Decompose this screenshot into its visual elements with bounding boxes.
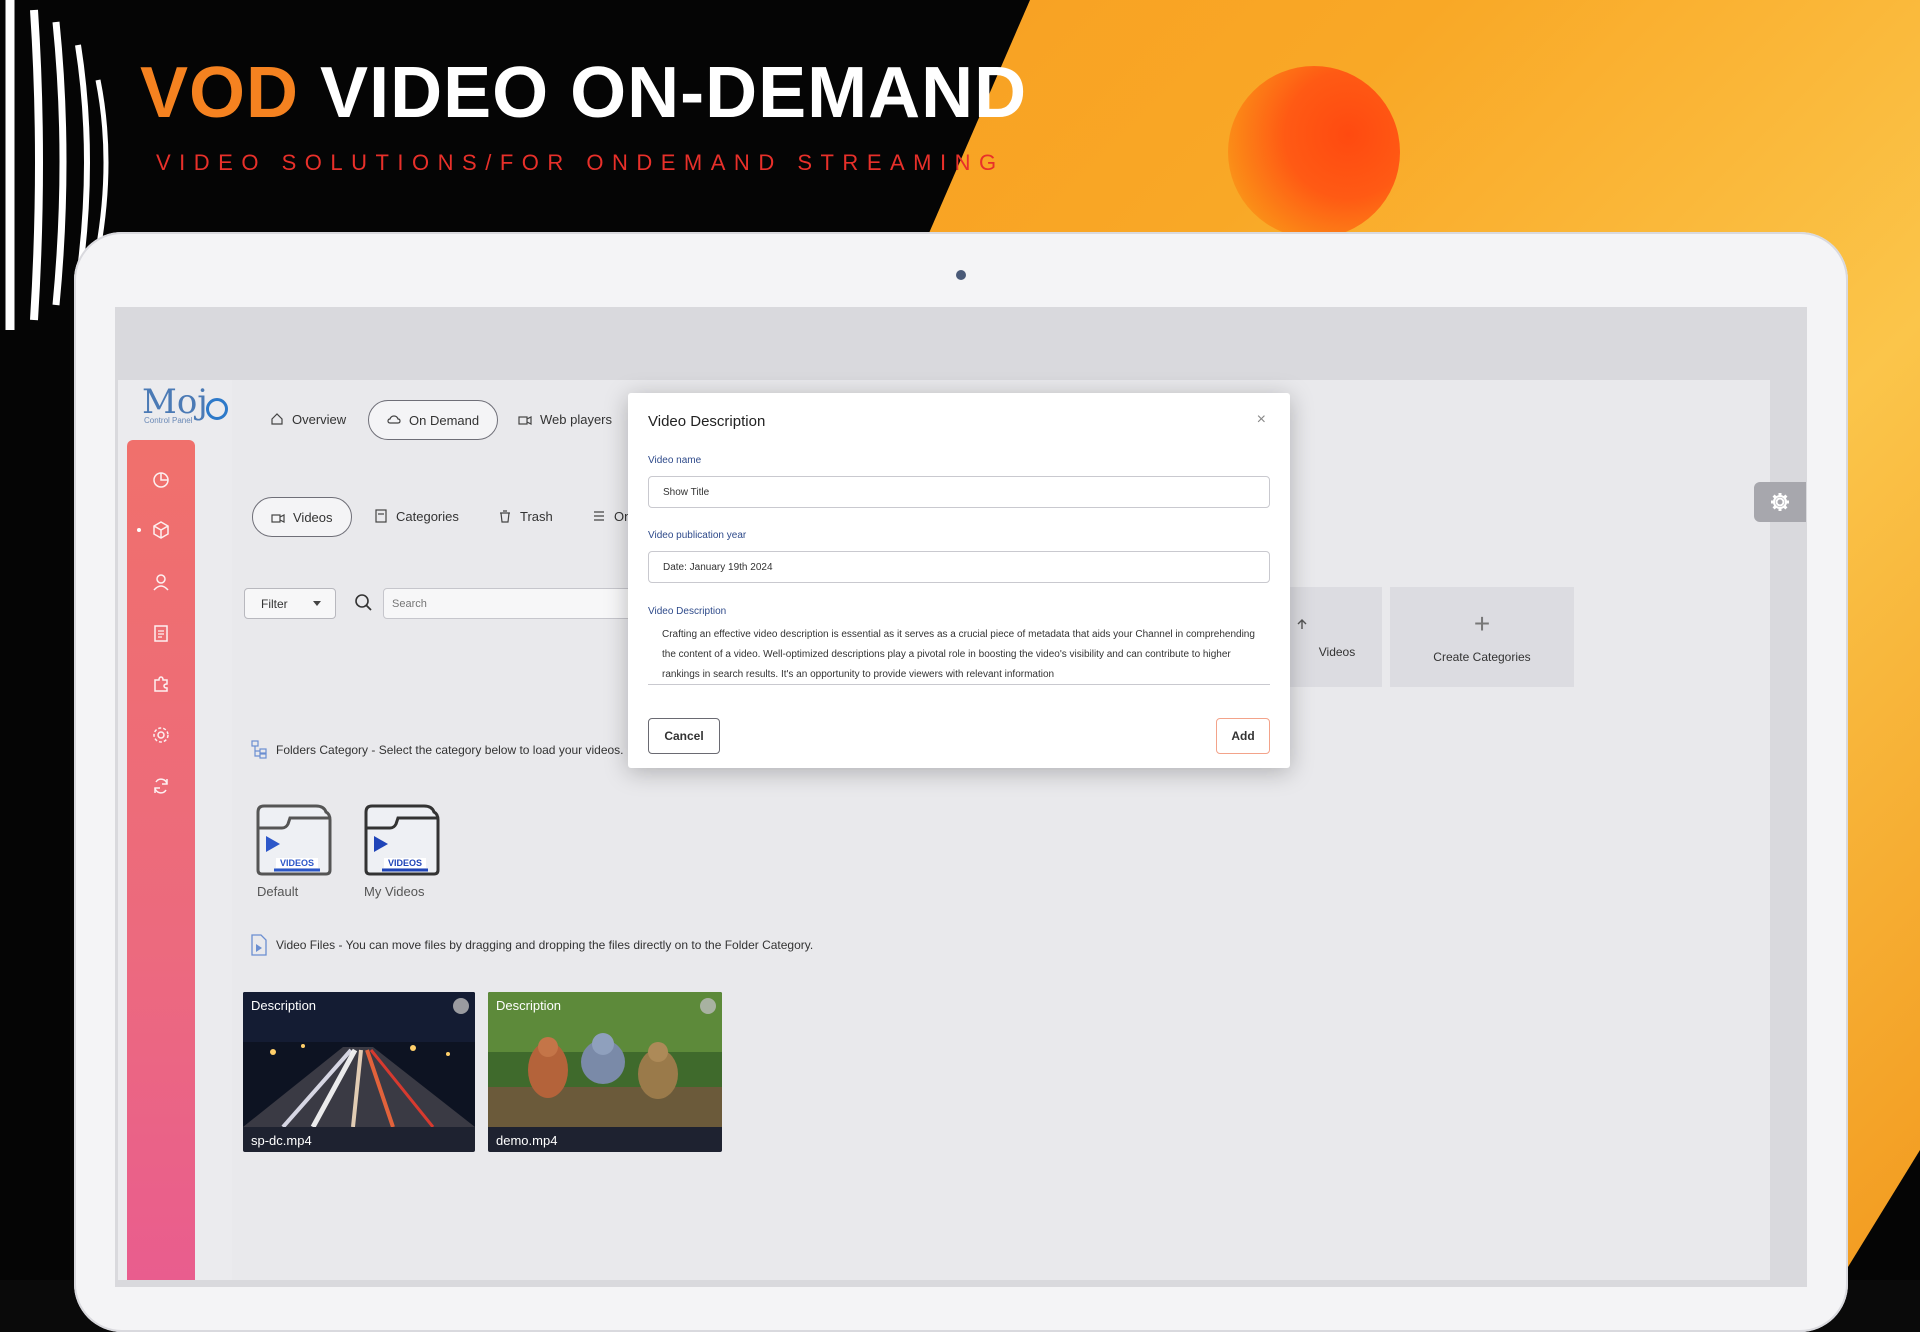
video-name-field[interactable]	[648, 476, 1270, 508]
video-filename: sp-dc.mp4	[251, 1133, 312, 1148]
tab-web-players[interactable]: Web players	[500, 400, 630, 438]
logo-ring-icon	[205, 397, 228, 420]
gear-icon	[1771, 493, 1789, 511]
category-icon	[375, 509, 387, 523]
headline: VOD VIDEO ON-DEMAND	[140, 52, 1027, 134]
headline-rest: VIDEO ON-DEMAND	[320, 53, 1028, 133]
webcam-dot	[956, 270, 966, 280]
tab-trash-label: Trash	[520, 508, 553, 524]
delete-video-icon[interactable]	[453, 998, 469, 1014]
tab-on-demand-label: On Demand	[409, 412, 480, 428]
tab-videos[interactable]: Videos	[252, 497, 352, 537]
folder-badge: VIDEOS	[388, 858, 422, 868]
tab-overview-label: Overview	[292, 411, 347, 427]
plus-icon: +	[1473, 608, 1491, 639]
gear-icon[interactable]	[151, 725, 171, 745]
search-input[interactable]	[383, 588, 633, 619]
orange-sun-circle	[1228, 66, 1400, 238]
clipboard-icon[interactable]	[151, 623, 171, 643]
upload-icon	[1297, 619, 1307, 629]
video-description-label: Video Description	[648, 606, 727, 617]
publication-year-label: Video publication year	[648, 530, 747, 541]
folder-my-videos-label: My Videos	[364, 884, 425, 899]
folder-default[interactable]: VIDEOS	[254, 802, 334, 883]
add-button[interactable]: Add	[1216, 718, 1270, 754]
user-icon[interactable]	[151, 572, 171, 592]
player-icon	[518, 416, 532, 425]
active-indicator	[137, 528, 141, 532]
video-folder-icon: VIDEOS	[364, 804, 440, 876]
upload-videos-card-label: Videos	[1318, 645, 1356, 659]
folders-info-text: Folders Category - Select the category b…	[276, 743, 624, 757]
video-filename: demo.mp4	[496, 1133, 558, 1148]
publication-year-field[interactable]	[648, 551, 1270, 583]
video-description-modal: Video Description × Video name Video pub…	[628, 393, 1290, 768]
chart-icon[interactable]	[151, 470, 171, 490]
filter-dropdown[interactable]: Filter	[244, 588, 336, 619]
logo-subtitle: Control Panel	[144, 416, 193, 425]
home-icon	[271, 413, 283, 425]
tab-trash[interactable]: Trash	[480, 497, 571, 535]
folder-default-label: Default	[257, 884, 299, 899]
sidebar	[127, 440, 195, 1280]
video-name-label: Video name	[648, 455, 702, 466]
close-icon[interactable]: ×	[1257, 411, 1266, 429]
delete-video-icon[interactable]	[700, 998, 716, 1014]
cube-icon[interactable]	[151, 520, 171, 540]
files-info: Video Files - You can move files by drag…	[250, 934, 813, 956]
settings-button[interactable]	[1754, 482, 1806, 522]
video-icon	[271, 514, 285, 523]
video-description-label[interactable]: Description	[496, 998, 561, 1013]
cloud-icon	[387, 415, 401, 424]
tab-videos-label: Videos	[293, 509, 333, 525]
video-card-sp-dc[interactable]: Description sp-dc.mp4	[243, 992, 475, 1152]
video-description-label[interactable]: Description	[251, 998, 316, 1013]
tab-overview[interactable]: Overview	[252, 400, 364, 438]
list-icon	[594, 511, 604, 521]
tab-on-demand[interactable]: On Demand	[368, 400, 499, 440]
headline-accent: VOD	[140, 53, 300, 133]
folder-badge: VIDEOS	[280, 858, 314, 868]
folder-tree-icon	[251, 740, 267, 759]
mojo-logo[interactable]: Moj Control Panel	[142, 382, 228, 425]
folder-my-videos[interactable]: VIDEOS	[362, 802, 442, 883]
search-icon[interactable]	[354, 593, 374, 613]
video-folder-icon: VIDEOS	[256, 804, 332, 876]
tab-web-players-label: Web players	[540, 411, 613, 427]
folders-info: Folders Category - Select the category b…	[250, 740, 624, 760]
subline: VIDEO SOLUTIONS/FOR ONDEMAND STREAMING	[156, 150, 1005, 175]
filter-label: Filter	[261, 596, 288, 611]
video-card-demo[interactable]: Description demo.mp4	[488, 992, 722, 1152]
video-file-icon	[251, 934, 267, 956]
cancel-button[interactable]: Cancel	[648, 718, 720, 754]
chevron-down-icon	[313, 601, 321, 606]
refresh-icon[interactable]	[151, 776, 171, 796]
tab-categories-label: Categories	[396, 508, 459, 524]
modal-title: Video Description	[648, 413, 766, 430]
create-categories-card-label: Create Categories	[1433, 650, 1531, 664]
video-description-textarea[interactable]: Crafting an effective video description …	[648, 625, 1270, 685]
puzzle-icon[interactable]	[151, 674, 171, 694]
create-categories-card[interactable]: + Create Categories	[1390, 587, 1574, 687]
trash-icon	[500, 510, 510, 523]
files-info-text: Video Files - You can move files by drag…	[276, 938, 814, 952]
tab-categories[interactable]: Categories	[356, 497, 477, 535]
